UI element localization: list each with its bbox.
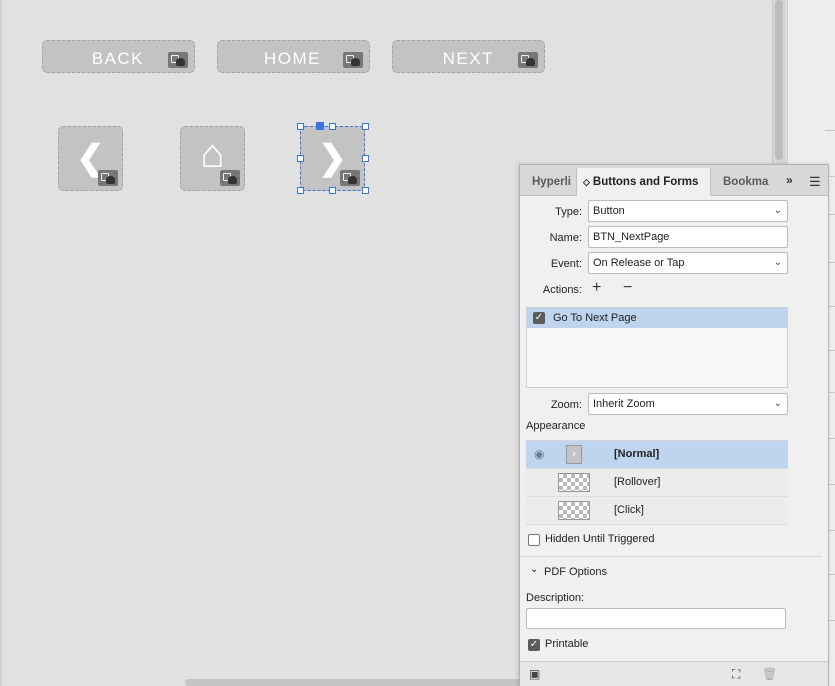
actions-label: Actions: bbox=[542, 284, 582, 296]
buttons-and-forms-panel: Hyperli ◇ Buttons and Forms Bookma » ☰ Ty… bbox=[519, 164, 829, 686]
type-select[interactable]: Button ⌄ bbox=[588, 200, 788, 222]
resize-handle[interactable] bbox=[329, 187, 336, 194]
resize-handle[interactable] bbox=[329, 123, 336, 130]
action-label: Go To Next Page bbox=[553, 312, 637, 324]
appearance-row-click[interactable]: [Click] bbox=[526, 497, 788, 525]
type-value: Button bbox=[593, 205, 625, 217]
description-label: Description: bbox=[526, 592, 585, 604]
tab-hyperlinks-label: Hyperli bbox=[532, 176, 571, 188]
button-hand-icon bbox=[518, 52, 538, 68]
appearance-state-name: [Normal] bbox=[614, 448, 660, 460]
name-field[interactable]: BTN_NextPage bbox=[588, 226, 788, 248]
hidden-until-triggered-label: Hidden Until Triggered bbox=[545, 533, 655, 545]
button-hand-icon bbox=[340, 170, 360, 186]
button-hand-icon bbox=[168, 52, 188, 68]
remove-action-icon[interactable]: − bbox=[623, 279, 632, 297]
chevron-down-icon: ⌄ bbox=[773, 257, 782, 268]
horizontal-scroll-thumb[interactable] bbox=[185, 679, 525, 686]
tab-hyperlinks[interactable]: Hyperli bbox=[520, 168, 576, 196]
zoom-value: Inherit Zoom bbox=[593, 398, 655, 410]
list-item[interactable]: ✓ Go To Next Page bbox=[527, 308, 787, 328]
resize-handle[interactable] bbox=[362, 155, 369, 162]
home-icon-button[interactable]: ⌂ bbox=[180, 126, 245, 191]
appearance-row-normal[interactable]: ◉ › [Normal] bbox=[526, 441, 788, 469]
action-enabled-checkbox[interactable]: ✓ bbox=[533, 312, 545, 324]
appearance-heading: Appearance bbox=[526, 420, 586, 432]
resize-handle[interactable] bbox=[297, 123, 304, 130]
preview-icon[interactable]: ▣ bbox=[529, 667, 540, 681]
next-icon-button[interactable]: ❯ bbox=[300, 126, 365, 191]
printable-label: Printable bbox=[545, 638, 589, 650]
home-button[interactable]: HOME bbox=[217, 40, 370, 73]
zoom-label: Zoom: bbox=[550, 399, 582, 411]
resize-handle[interactable] bbox=[362, 123, 369, 130]
event-select[interactable]: On Release or Tap ⌄ bbox=[588, 252, 788, 274]
next-button-label: NEXT bbox=[442, 49, 494, 68]
name-label: Name: bbox=[549, 232, 582, 244]
add-action-icon[interactable]: + bbox=[592, 279, 601, 297]
event-label: Event: bbox=[550, 258, 582, 270]
eye-icon[interactable]: ◉ bbox=[534, 447, 544, 461]
tab-buttons-and-forms[interactable]: ◇ Buttons and Forms bbox=[576, 168, 711, 196]
resize-handle[interactable] bbox=[297, 187, 304, 194]
page-edge bbox=[0, 0, 2, 686]
appearance-row-rollover[interactable]: [Rollover] bbox=[526, 469, 788, 497]
appearance-state-name: [Rollover] bbox=[614, 476, 661, 488]
trash-icon[interactable]: 🗑 bbox=[762, 667, 777, 681]
hidden-until-triggered-checkbox[interactable] bbox=[528, 534, 540, 546]
more-tabs-icon[interactable]: » bbox=[786, 173, 793, 187]
name-value: BTN_NextPage bbox=[593, 231, 670, 243]
panel-menu-icon[interactable]: ☰ bbox=[809, 174, 821, 190]
empty-thumbnail bbox=[558, 473, 590, 492]
appearance-state-name: [Click] bbox=[614, 504, 644, 516]
zoom-select[interactable]: Inherit Zoom ⌄ bbox=[588, 393, 788, 415]
chevron-down-icon: ⌄ bbox=[773, 205, 782, 216]
appearance-list: ◉ › [Normal] [Rollover] [Click] bbox=[526, 440, 788, 525]
back-button-label: BACK bbox=[91, 49, 144, 68]
tab-buttons-and-forms-label: Buttons and Forms bbox=[592, 176, 699, 188]
printable-checkbox[interactable]: ✓ bbox=[528, 639, 540, 651]
panel-footer: ▣ ⛶ 🗑 bbox=[520, 661, 828, 686]
next-button[interactable]: NEXT bbox=[392, 40, 545, 73]
resize-handle[interactable] bbox=[297, 155, 304, 162]
tab-collapse-icon: ◇ bbox=[583, 177, 590, 187]
type-label: Type: bbox=[555, 206, 582, 218]
resize-handle-center[interactable] bbox=[316, 122, 324, 130]
description-field[interactable] bbox=[526, 608, 786, 629]
tab-bookmarks-label: Bookma bbox=[723, 176, 769, 188]
divider bbox=[520, 556, 822, 557]
back-button[interactable]: BACK bbox=[42, 40, 195, 73]
button-hand-icon bbox=[220, 170, 240, 186]
convert-object-icon[interactable]: ⛶ bbox=[732, 667, 740, 682]
tab-bookmarks[interactable]: Bookma bbox=[711, 168, 775, 196]
event-value: On Release or Tap bbox=[593, 257, 685, 269]
chevron-down-icon: ⌄ bbox=[773, 398, 782, 409]
home-icon: ⌂ bbox=[200, 132, 225, 176]
normal-thumbnail: › bbox=[566, 445, 582, 464]
button-hand-icon bbox=[98, 170, 118, 186]
chevron-down-icon[interactable]: ⌄ bbox=[530, 564, 538, 575]
prev-icon-button[interactable]: ❮ bbox=[58, 126, 123, 191]
actions-list: ✓ Go To Next Page bbox=[526, 307, 788, 388]
empty-thumbnail bbox=[558, 501, 590, 520]
panel-tab-bar: Hyperli ◇ Buttons and Forms Bookma » ☰ bbox=[520, 165, 828, 196]
vertical-scroll-thumb[interactable] bbox=[775, 0, 783, 160]
pdf-options-heading[interactable]: PDF Options bbox=[544, 566, 607, 578]
button-hand-icon bbox=[343, 52, 363, 68]
resize-handle[interactable] bbox=[362, 187, 369, 194]
home-button-label: HOME bbox=[264, 49, 321, 68]
